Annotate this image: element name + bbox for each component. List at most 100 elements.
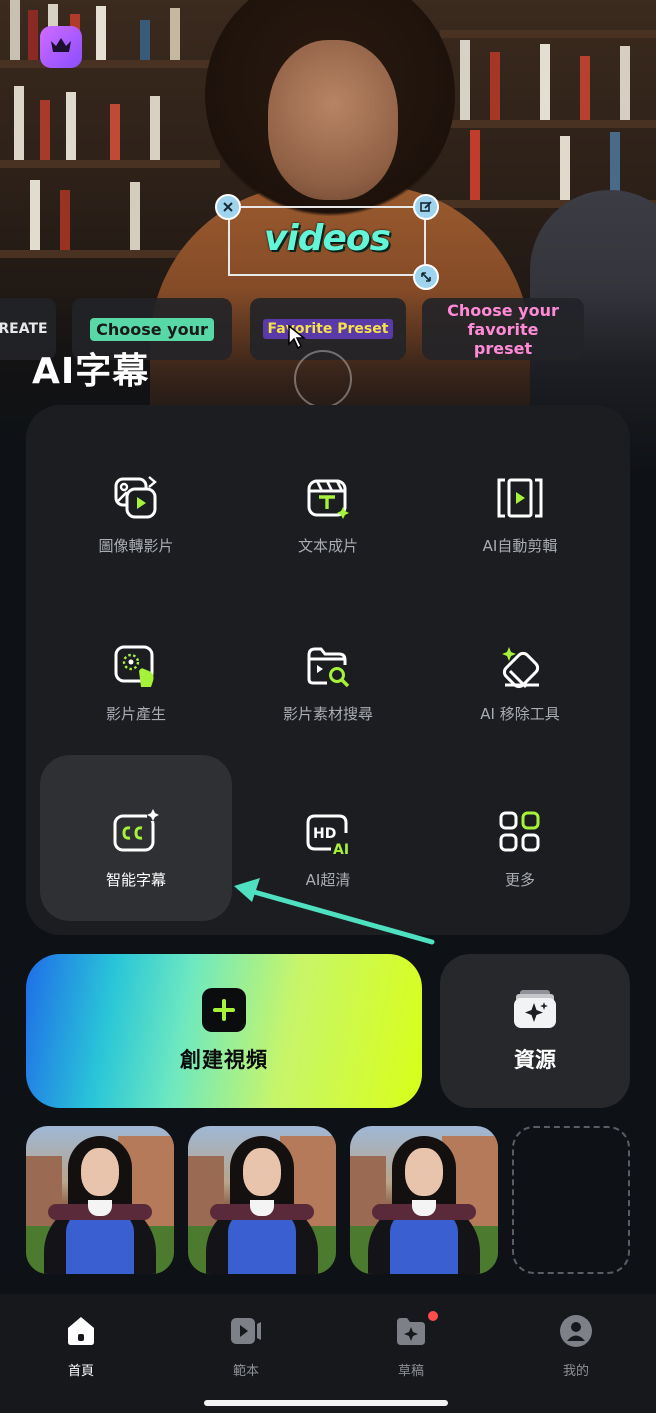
tool-label: 文本成片 — [297, 537, 358, 555]
record-button[interactable] — [294, 350, 352, 408]
more-grid-icon — [495, 807, 545, 857]
tool-label: AI 移除工具 — [480, 705, 560, 723]
book — [490, 52, 500, 120]
footage-search-icon — [303, 641, 353, 691]
nav-profile[interactable]: 我的 — [526, 1314, 626, 1379]
tool-label: 更多 — [504, 871, 535, 889]
preset-text: Favorite Preset — [262, 319, 394, 339]
nav-drafts[interactable]: 草稿 — [361, 1314, 461, 1379]
photo-shirt — [390, 1212, 458, 1274]
plus-icon — [202, 988, 246, 1032]
hero-title: AI字幕 — [32, 351, 150, 392]
sticker-edit-handle[interactable] — [413, 194, 439, 220]
empty-photo-slot[interactable] — [512, 1126, 630, 1274]
tool-label: 影片產生 — [105, 705, 166, 723]
photo-collar — [250, 1200, 274, 1216]
preset-text: REATE — [0, 321, 48, 337]
close-icon — [222, 198, 234, 217]
nav-home[interactable]: 首頁 — [31, 1314, 131, 1379]
drafts-icon — [394, 1314, 428, 1352]
book — [60, 190, 70, 250]
book — [460, 40, 470, 120]
sticker-resize-handle[interactable] — [413, 264, 439, 290]
profile-icon — [559, 1314, 593, 1352]
photo-collar — [88, 1200, 112, 1216]
hero-banner[interactable]: videos REATE Choose your Favorite Preset… — [0, 0, 656, 472]
book — [130, 182, 140, 250]
tool-video-generate[interactable]: 影片產生 — [40, 589, 232, 755]
tool-text-to-video[interactable]: 文本成片 — [232, 421, 424, 587]
captions-cc-icon — [111, 807, 161, 857]
hd-ai-icon: HD AI — [303, 807, 353, 857]
recent-photo[interactable] — [350, 1126, 498, 1274]
nav-label: 範本 — [232, 1364, 259, 1379]
tool-label: 圖像轉影片 — [98, 537, 174, 555]
book — [540, 44, 550, 120]
photo-face — [81, 1148, 119, 1196]
book — [40, 100, 50, 160]
sticker-delete-handle[interactable] — [215, 194, 241, 220]
edit-icon — [420, 198, 432, 217]
book — [620, 46, 630, 120]
recent-photo[interactable] — [188, 1126, 336, 1274]
preset-text: Choose your — [90, 317, 214, 341]
book — [14, 86, 24, 160]
video-generate-icon — [111, 641, 161, 691]
resources-button[interactable]: 資源 — [440, 954, 630, 1108]
crown-icon — [49, 35, 73, 59]
create-video-button[interactable]: 創建視頻 — [26, 954, 422, 1108]
nav-templates[interactable]: 範本 — [196, 1314, 296, 1379]
book — [96, 6, 106, 60]
preset-card[interactable]: Choose your favorite preset — [422, 298, 584, 360]
sticker-text: videos — [263, 218, 391, 259]
shelf — [0, 60, 220, 68]
tool-image-to-video[interactable]: 圖像轉影片 — [40, 421, 232, 587]
svg-text:HD: HD — [313, 826, 336, 842]
photo-shirt — [228, 1212, 296, 1274]
nav-label: 草稿 — [397, 1364, 424, 1379]
book — [470, 130, 480, 200]
create-video-label: 創建視頻 — [180, 1048, 268, 1072]
tool-smart-captions[interactable]: 智能字幕 — [40, 755, 232, 921]
auto-cut-icon — [495, 473, 545, 523]
shelf — [440, 30, 656, 38]
preset-text: Choose your favorite preset — [447, 300, 559, 358]
tools-panel: 圖像轉影片 文本成片 AI自動剪輯 影片產生 影片素材搜尋 AI 移除工具 智能… — [26, 405, 630, 935]
book — [560, 136, 570, 200]
tool-label: 智能字幕 — [105, 871, 166, 889]
book — [150, 96, 160, 160]
bottom-nav: 首頁 範本 草稿 我的 — [0, 1294, 656, 1413]
text-to-video-icon — [303, 473, 353, 523]
home-icon — [64, 1314, 98, 1352]
premium-badge[interactable] — [40, 26, 82, 68]
image-to-video-icon — [111, 473, 161, 523]
book — [580, 56, 590, 120]
svg-text:AI: AI — [333, 842, 349, 857]
tool-auto-cut[interactable]: AI自動剪輯 — [424, 421, 616, 587]
photo-face — [405, 1148, 443, 1196]
photo-collar — [412, 1200, 436, 1216]
resources-icon — [512, 988, 558, 1034]
book — [140, 20, 150, 60]
home-indicator — [204, 1400, 448, 1406]
tool-label: AI自動剪輯 — [482, 537, 558, 555]
book — [66, 92, 76, 160]
cursor-icon — [287, 324, 307, 354]
nav-label: 我的 — [562, 1364, 589, 1379]
tool-more[interactable]: 更多 — [424, 755, 616, 921]
template-icon — [229, 1314, 263, 1352]
resize-icon — [420, 268, 432, 287]
photo-face — [243, 1148, 281, 1196]
book — [170, 8, 180, 60]
notification-dot — [428, 1311, 438, 1321]
shelf — [440, 120, 656, 128]
book — [10, 0, 20, 60]
tool-footage-search[interactable]: 影片素材搜尋 — [232, 589, 424, 755]
book — [28, 10, 38, 60]
annotation-arrow-icon — [234, 878, 435, 945]
person-face — [268, 40, 398, 200]
tool-ai-remove[interactable]: AI 移除工具 — [424, 589, 616, 755]
resources-label: 資源 — [514, 1048, 556, 1072]
recent-photo[interactable] — [26, 1126, 174, 1274]
shelf — [0, 160, 220, 168]
